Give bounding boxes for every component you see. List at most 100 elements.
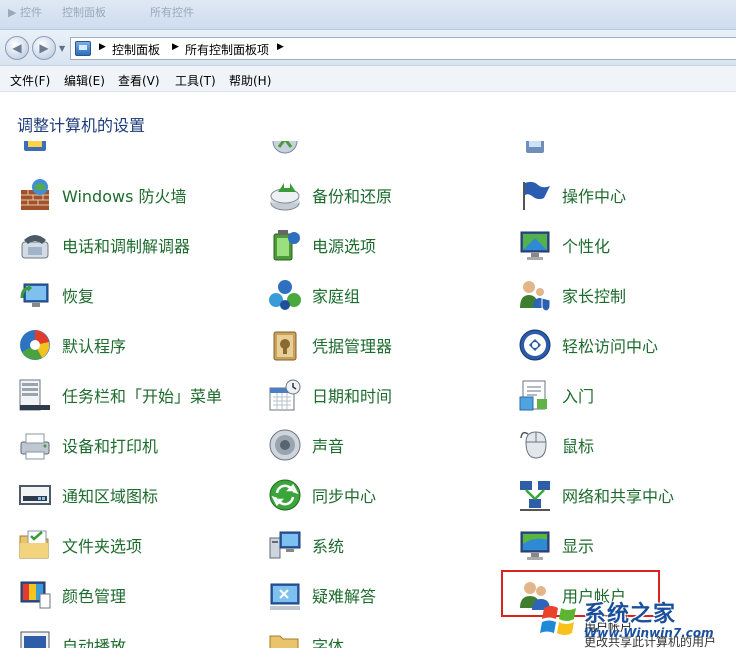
menu-view[interactable]: 查看(V) bbox=[118, 72, 160, 89]
item-action-center[interactable]: 操作中心 bbox=[518, 177, 626, 213]
item-personalization[interactable]: 个性化 bbox=[518, 227, 610, 263]
item-label: 字体 bbox=[312, 637, 345, 648]
devices-printers-icon bbox=[20, 433, 50, 460]
item-label: 恢复 bbox=[62, 287, 95, 306]
phone-modem-icon bbox=[21, 235, 49, 259]
item-label: 电源选项 bbox=[312, 237, 377, 256]
system-icon bbox=[269, 531, 301, 559]
breadcrumb-arrow-icon[interactable]: ▶ bbox=[172, 42, 179, 52]
forward-button[interactable]: ▶ bbox=[32, 36, 56, 60]
sync-center-icon bbox=[269, 479, 301, 511]
partial-row-icon bbox=[18, 141, 58, 155]
taskbar-icon bbox=[19, 379, 50, 411]
item-color-management[interactable]: 颜色管理 bbox=[18, 577, 126, 613]
action-center-flag-icon bbox=[523, 181, 550, 210]
partial-row-icon bbox=[518, 141, 558, 155]
item-label: 凭据管理器 bbox=[312, 337, 393, 356]
item-phone-modem[interactable]: 电话和调制解调器 bbox=[18, 227, 190, 263]
item-firewall[interactable]: Windows 防火墙 bbox=[18, 177, 187, 213]
back-button[interactable]: ◀ bbox=[5, 36, 29, 60]
back-arrow-icon: ◀ bbox=[12, 41, 22, 55]
sound-icon bbox=[269, 429, 301, 461]
default-programs-icon bbox=[20, 330, 50, 360]
item-power-options[interactable]: 电源选项 bbox=[268, 227, 376, 263]
item-label: 文件夹选项 bbox=[62, 537, 143, 556]
title-bar: ▶ 控件 控制面板 所有控件 bbox=[0, 0, 736, 30]
autoplay-icon bbox=[20, 631, 50, 648]
item-label: 鼠标 bbox=[562, 437, 595, 456]
firewall-icon bbox=[21, 179, 49, 210]
title-ghost-1: ▶ 控件 bbox=[8, 6, 42, 19]
breadcrumb-control-panel[interactable]: 控制面板 bbox=[112, 41, 160, 58]
item-label: 入门 bbox=[562, 387, 595, 406]
address-bar[interactable]: ▶ 控制面板 ▶ 所有控制面板项 ▶ bbox=[70, 37, 736, 60]
personalization-icon bbox=[520, 231, 550, 260]
item-autoplay[interactable]: 自动播放 bbox=[18, 627, 126, 648]
item-label: 备份和还原 bbox=[312, 187, 393, 206]
partial-row-icon bbox=[268, 141, 308, 155]
history-dropdown-icon[interactable]: ▼ bbox=[59, 44, 65, 53]
item-troubleshooting[interactable]: 疑难解答 bbox=[268, 577, 376, 613]
item-label: 声音 bbox=[312, 437, 345, 456]
menu-help[interactable]: 帮助(H) bbox=[229, 72, 271, 89]
menu-bar: 文件(F) 编辑(E) 查看(V) 工具(T) 帮助(H) bbox=[0, 66, 736, 92]
partial-item-icon bbox=[272, 141, 298, 154]
recovery-icon bbox=[20, 283, 49, 307]
item-credential-manager[interactable]: 凭据管理器 bbox=[268, 327, 392, 363]
item-label: 轻松访问中心 bbox=[562, 337, 659, 356]
watermark-title: 系统之家 bbox=[584, 602, 677, 627]
item-sync-center[interactable]: 同步中心 bbox=[268, 477, 376, 513]
item-date-time[interactable]: 日期和时间 bbox=[268, 377, 392, 413]
item-mouse[interactable]: 鼠标 bbox=[518, 427, 594, 463]
breadcrumb-arrow-icon[interactable]: ▶ bbox=[277, 42, 284, 52]
page-title: 调整计算机的设置 bbox=[17, 116, 146, 135]
item-homegroup[interactable]: 家庭组 bbox=[268, 277, 360, 313]
breadcrumb-arrow-icon[interactable]: ▶ bbox=[99, 42, 106, 52]
site-watermark: 系统之家 Www.Winwin7.com bbox=[540, 598, 736, 648]
date-time-icon bbox=[269, 379, 301, 411]
item-label: 家长控制 bbox=[562, 287, 627, 306]
title-ghost-2: 控制面板 bbox=[62, 6, 106, 19]
item-notification-icons[interactable]: 通知区域图标 bbox=[18, 477, 158, 513]
item-label: 操作中心 bbox=[562, 187, 627, 206]
item-default-programs[interactable]: 默认程序 bbox=[18, 327, 126, 363]
folder-options-icon bbox=[19, 530, 49, 559]
item-getting-started[interactable]: 入门 bbox=[518, 377, 594, 413]
menu-edit[interactable]: 编辑(E) bbox=[64, 72, 105, 89]
item-parental-controls[interactable]: 家长控制 bbox=[518, 277, 626, 313]
item-folder-options[interactable]: 文件夹选项 bbox=[18, 527, 142, 563]
item-display[interactable]: 显示 bbox=[518, 527, 594, 563]
item-sound[interactable]: 声音 bbox=[268, 427, 344, 463]
credential-manager-icon bbox=[273, 331, 297, 361]
partial-item-icon bbox=[526, 141, 544, 153]
breadcrumb-all-items[interactable]: 所有控制面板项 bbox=[185, 41, 269, 58]
item-recovery[interactable]: 恢复 bbox=[18, 277, 94, 313]
ease-of-access-icon bbox=[519, 329, 551, 361]
control-panel-window: ▶ 控件 控制面板 所有控件 ◀ ▶ ▼ ▶ 控制面板 ▶ 所有控制面板项 ▶ … bbox=[0, 0, 736, 648]
item-system[interactable]: 系统 bbox=[268, 527, 344, 563]
mouse-icon bbox=[520, 431, 547, 459]
item-network-sharing[interactable]: 网络和共享中心 bbox=[518, 477, 674, 513]
menu-file[interactable]: 文件(F) bbox=[10, 72, 50, 89]
item-label: 自动播放 bbox=[62, 637, 127, 648]
item-label: 系统 bbox=[312, 537, 345, 556]
item-ease-of-access[interactable]: 轻松访问中心 bbox=[518, 327, 658, 363]
item-devices-printers[interactable]: 设备和打印机 bbox=[18, 427, 158, 463]
item-label: 颜色管理 bbox=[62, 587, 127, 606]
parental-controls-icon bbox=[520, 281, 551, 312]
notification-area-icon bbox=[19, 485, 51, 505]
item-label: 设备和打印机 bbox=[62, 437, 159, 456]
item-backup-restore[interactable]: 备份和还原 bbox=[268, 177, 392, 213]
title-ghost-3: 所有控件 bbox=[150, 6, 194, 19]
getting-started-icon bbox=[519, 380, 547, 411]
network-sharing-icon bbox=[520, 481, 550, 511]
partial-item-icon bbox=[24, 141, 46, 151]
troubleshooting-icon bbox=[270, 583, 300, 610]
item-label: 日期和时间 bbox=[312, 387, 393, 406]
item-fonts[interactable]: 字体 bbox=[268, 627, 344, 648]
menu-tools[interactable]: 工具(T) bbox=[175, 72, 216, 89]
color-management-icon bbox=[20, 581, 51, 609]
item-taskbar-start-menu[interactable]: 任务栏和「开始」菜单 bbox=[18, 377, 222, 413]
homegroup-icon bbox=[269, 280, 301, 310]
item-label: 任务栏和「开始」菜单 bbox=[62, 387, 223, 406]
